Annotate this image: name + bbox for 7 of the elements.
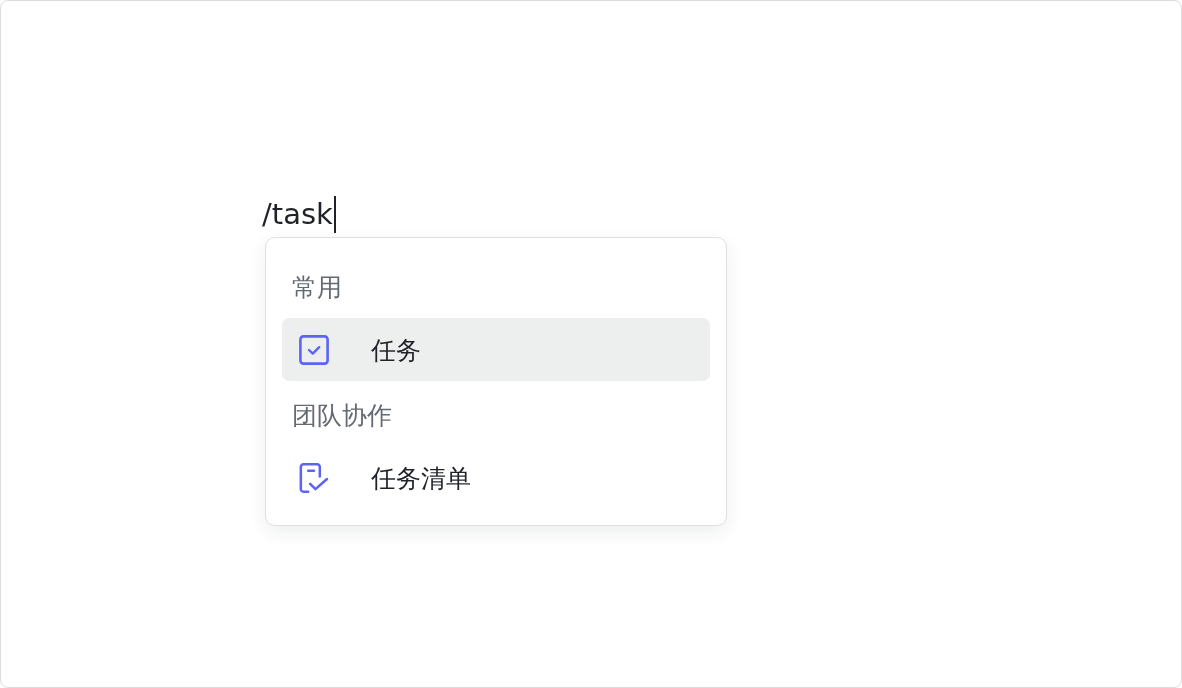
menu-group-heading: 常用 <box>291 272 343 303</box>
menu-group-heading: 团队协作 <box>291 400 393 431</box>
checkbox-icon <box>299 334 329 365</box>
typed-command-text: /task <box>262 196 333 233</box>
clipboard-check-icon <box>299 462 329 493</box>
menu-item[interactable]: 任务 <box>282 318 710 381</box>
menu-item[interactable]: 任务清单 <box>282 446 710 509</box>
